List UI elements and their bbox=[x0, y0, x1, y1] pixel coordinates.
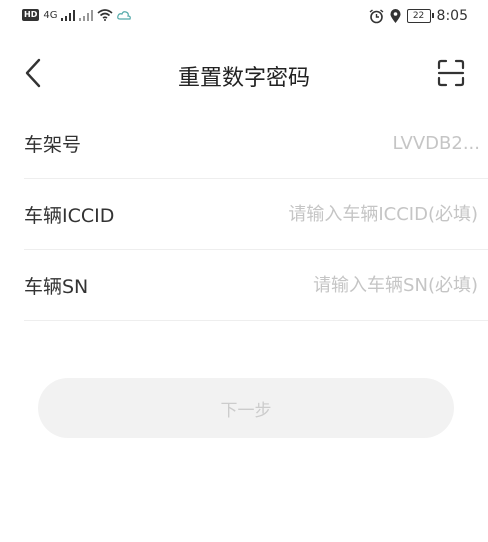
status-left: HD 4G bbox=[22, 9, 132, 21]
signal-2-icon bbox=[79, 9, 94, 21]
status-time: 8:05 bbox=[436, 8, 468, 24]
status-right: 22 8:05 bbox=[369, 8, 468, 24]
page-title: 重置数字密码 bbox=[177, 66, 310, 91]
iccid-row: 车辆ICCID bbox=[24, 179, 488, 250]
iccid-input[interactable] bbox=[226, 202, 480, 226]
location-icon bbox=[390, 8, 401, 23]
hd-badge: HD bbox=[22, 9, 40, 21]
scan-icon bbox=[437, 59, 465, 87]
scan-button[interactable] bbox=[434, 56, 468, 90]
battery-icon: 22 bbox=[406, 9, 434, 23]
signal-icon bbox=[61, 9, 76, 21]
vin-label: 车架号 bbox=[24, 133, 82, 156]
alarm-icon bbox=[369, 8, 383, 23]
cloud-icon bbox=[117, 10, 132, 20]
battery-level: 22 bbox=[412, 11, 425, 21]
wifi-icon bbox=[97, 9, 113, 21]
header: 重置数字密码 bbox=[0, 48, 488, 98]
sn-row: 车辆SN bbox=[24, 250, 488, 321]
status-bar: HD 4G 22 8:05 bbox=[0, 0, 488, 34]
next-button[interactable]: 下一步 bbox=[38, 378, 454, 438]
vin-row: 车架号 LVVDB2... bbox=[24, 108, 488, 179]
sn-label: 车辆SN bbox=[24, 275, 89, 298]
sn-input[interactable] bbox=[226, 273, 480, 297]
vin-value: LVVDB2... bbox=[392, 132, 480, 154]
iccid-label: 车辆ICCID bbox=[24, 204, 115, 227]
network-type: 4G bbox=[43, 9, 58, 21]
reset-pin-form: 车架号 LVVDB2... 车辆ICCID 车辆SN bbox=[24, 108, 488, 321]
